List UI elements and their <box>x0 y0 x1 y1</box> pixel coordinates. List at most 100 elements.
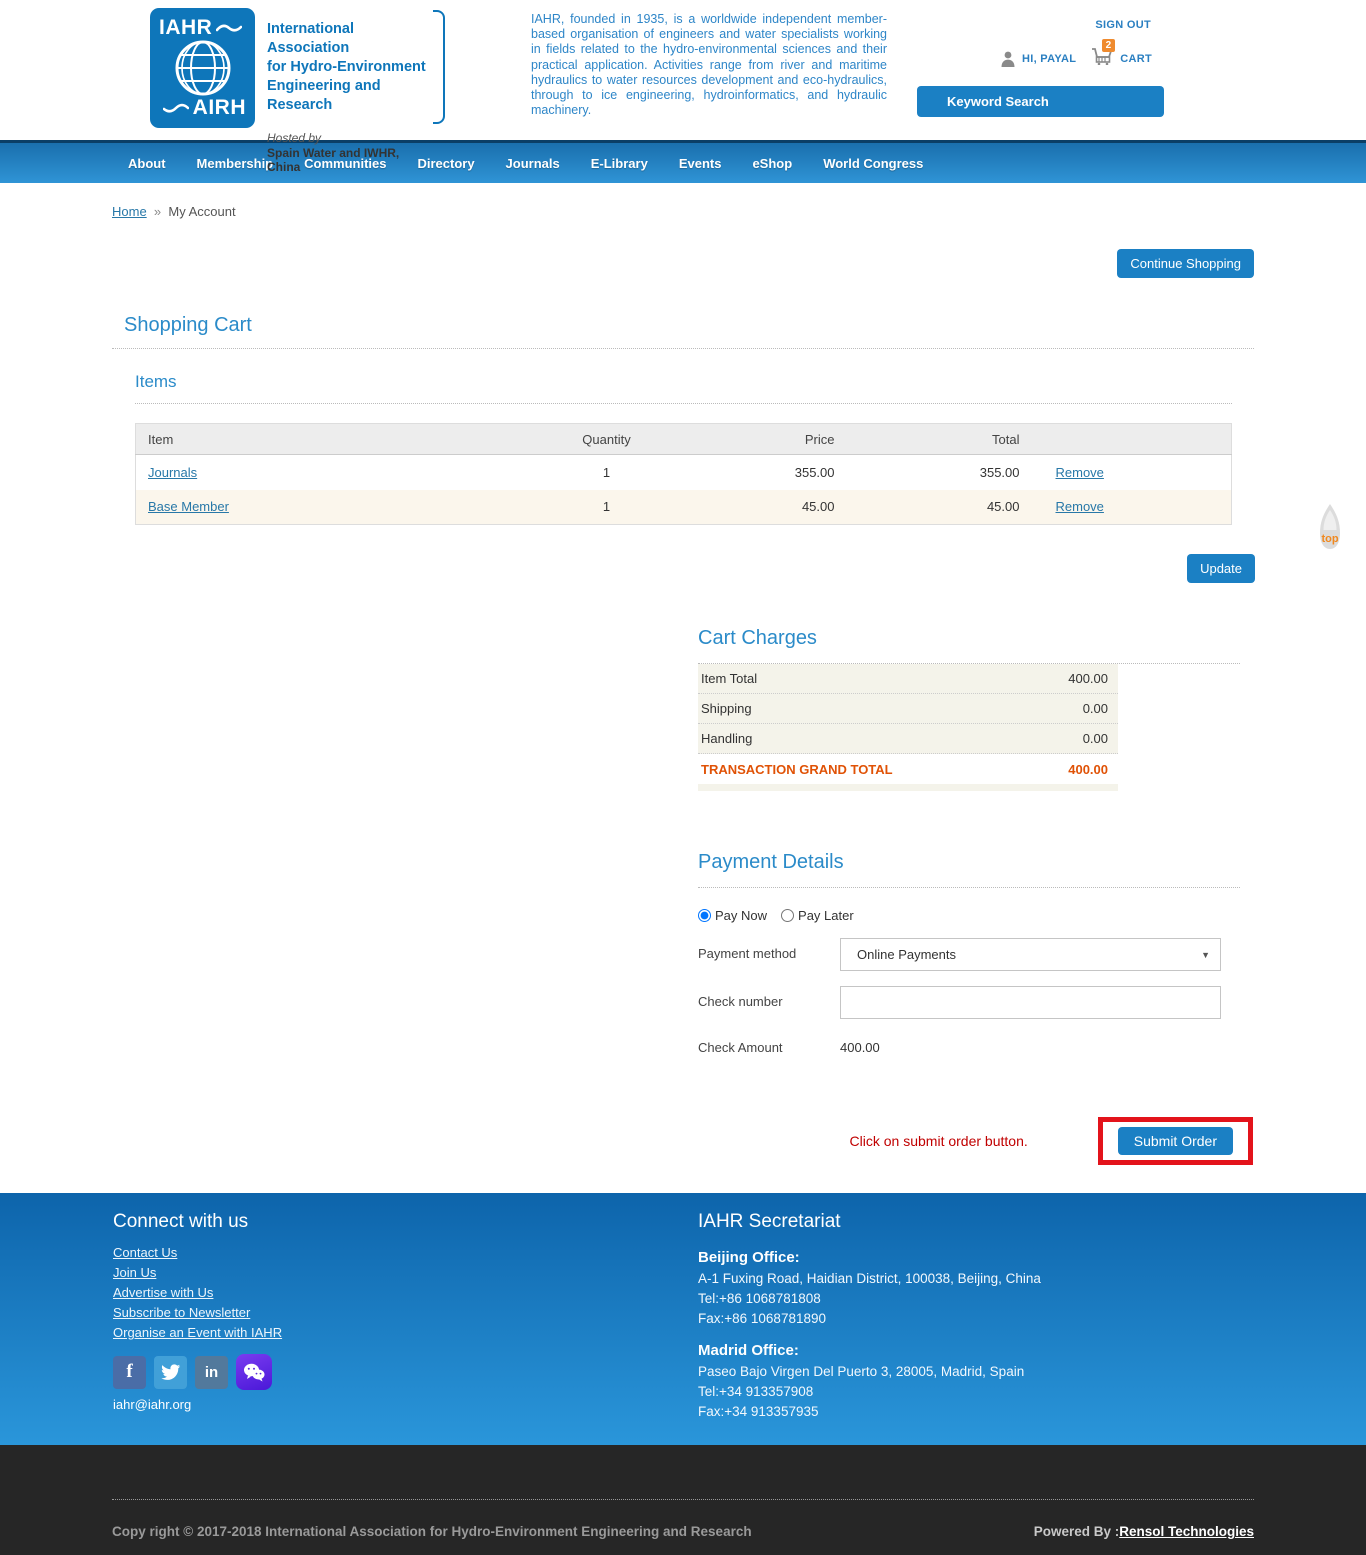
office-address: A-1 Fuxing Road, Haidian District, 10003… <box>698 1271 1254 1286</box>
globe-icon <box>173 38 233 98</box>
cart-item-total: 45.00 <box>847 490 1032 525</box>
col-header-price: Price <box>672 424 847 455</box>
col-header-item: Item <box>136 424 542 455</box>
cart-item-total: 355.00 <box>847 455 1032 490</box>
submit-instruction-text: Click on submit order button. <box>850 1133 1028 1149</box>
powered-by: Powered By :Rensol Technologies <box>1034 1524 1254 1539</box>
cart-item-price: 45.00 <box>672 490 847 525</box>
page-header: IAHR AIRH Internati <box>0 0 1366 140</box>
breadcrumb: Home » My Account <box>112 183 1254 219</box>
rensol-link[interactable]: Rensol Technologies <box>1119 1524 1254 1539</box>
table-header-row: Item Quantity Price Total <box>136 424 1232 455</box>
cart-link[interactable]: CART <box>1120 53 1152 65</box>
charge-value: 0.00 <box>1083 731 1108 746</box>
cart-items-table: Item Quantity Price Total Journals 1 355… <box>135 423 1232 525</box>
pay-now-option[interactable]: Pay Now <box>698 908 767 923</box>
wave-icon <box>163 102 189 114</box>
table-row: Journals 1 355.00 355.00 Remove <box>136 455 1232 490</box>
divider <box>135 403 1232 404</box>
scroll-to-top-button[interactable]: top <box>1316 503 1344 551</box>
logo-text-iahr: IAHR <box>159 16 212 40</box>
footer-link-join-us[interactable]: Join Us <box>113 1265 156 1280</box>
twitter-icon[interactable] <box>154 1356 187 1389</box>
charge-label: Item Total <box>701 671 757 686</box>
pay-later-option[interactable]: Pay Later <box>781 908 854 923</box>
sign-out-link[interactable]: SIGN OUT <box>1095 19 1151 31</box>
grand-total-label: TRANSACTION GRAND TOTAL <box>701 762 893 777</box>
payment-timing-radios: Pay Now Pay Later <box>698 908 1240 923</box>
col-header-total: Total <box>847 424 1032 455</box>
powered-by-label: Powered By : <box>1034 1524 1120 1539</box>
chevron-down-icon: ▼ <box>1201 950 1210 960</box>
cart-item-link[interactable]: Journals <box>148 465 197 480</box>
cart-item-link[interactable]: Base Member <box>148 499 229 514</box>
office-name: Beijing Office: <box>698 1249 1254 1266</box>
continue-shopping-button[interactable]: Continue Shopping <box>1117 249 1254 278</box>
logo-bracket-divider <box>433 10 445 124</box>
breadcrumb-current: My Account <box>168 204 235 219</box>
charge-value: 0.00 <box>1083 701 1108 716</box>
items-section-title: Items <box>135 372 1254 392</box>
cart-item-quantity: 1 <box>542 455 672 490</box>
cart-charges-table: Item Total 400.00 Shipping 0.00 Handling… <box>698 664 1118 791</box>
grand-total-value: 400.00 <box>1068 762 1108 777</box>
wechat-bubbles-icon <box>243 1363 265 1382</box>
pay-later-label: Pay Later <box>798 908 854 923</box>
breadcrumb-separator: » <box>154 204 161 219</box>
payment-method-value: Online Payments <box>857 947 956 962</box>
submit-order-button[interactable]: Submit Order <box>1118 1127 1233 1155</box>
org-title-line2: for Hydro-Environment <box>267 58 427 77</box>
remove-item-link[interactable]: Remove <box>1056 499 1104 514</box>
copyright-bar: Copy right © 2017-2018 International Ass… <box>0 1445 1366 1555</box>
office-fax: Fax:+34 913357935 <box>698 1404 1254 1419</box>
red-highlight-annotation: Submit Order <box>1098 1117 1253 1165</box>
madrid-office-block: Madrid Office: Paseo Bajo Virgen Del Pue… <box>698 1342 1254 1419</box>
check-number-input[interactable] <box>840 986 1221 1019</box>
col-header-quantity: Quantity <box>542 424 672 455</box>
divider <box>698 887 1240 888</box>
scroll-top-label: top <box>1316 533 1344 545</box>
update-cart-button[interactable]: Update <box>1187 554 1255 583</box>
cart-item-quantity: 1 <box>542 490 672 525</box>
pay-later-radio[interactable] <box>781 909 794 922</box>
remove-item-link[interactable]: Remove <box>1056 465 1104 480</box>
pay-now-radio[interactable] <box>698 909 711 922</box>
check-amount-label: Check Amount <box>698 1032 840 1055</box>
cart-charges-title: Cart Charges <box>698 627 1240 650</box>
org-title-line1: International Association <box>267 20 427 58</box>
beijing-office-block: Beijing Office: A-1 Fuxing Road, Haidian… <box>698 1249 1254 1326</box>
cart-icon-wrap[interactable]: 2 <box>1091 47 1113 70</box>
hosted-by-label: Hosted by <box>267 131 427 145</box>
facebook-icon[interactable]: f <box>113 1356 146 1389</box>
charge-row: Handling 0.00 <box>698 724 1118 754</box>
charge-row: Shipping 0.00 <box>698 694 1118 724</box>
footer-link-contact-us[interactable]: Contact Us <box>113 1245 177 1260</box>
payment-method-select[interactable]: Online Payments ▼ <box>840 938 1221 971</box>
connect-title: Connect with us <box>113 1211 698 1233</box>
office-address: Paseo Bajo Virgen Del Puerto 3, 28005, M… <box>698 1364 1254 1379</box>
charge-row: Item Total 400.00 <box>698 664 1118 694</box>
office-tel: Tel:+34 913357908 <box>698 1384 1254 1399</box>
logo-text-airh: AIRH <box>193 96 246 120</box>
org-title-line3: Engineering and Research <box>267 77 427 115</box>
col-header-remove <box>1032 424 1232 455</box>
iahr-logo[interactable]: IAHR AIRH <box>150 8 255 128</box>
footer-link-newsletter[interactable]: Subscribe to Newsletter <box>113 1305 250 1320</box>
cart-count-badge: 2 <box>1102 39 1116 52</box>
check-number-label: Check number <box>698 986 840 1019</box>
charge-label: Handling <box>701 731 752 746</box>
office-name: Madrid Office: <box>698 1342 1254 1359</box>
twitter-bird-icon <box>161 1364 181 1381</box>
breadcrumb-home-link[interactable]: Home <box>112 204 147 219</box>
office-fax: Fax:+86 1068781890 <box>698 1311 1254 1326</box>
wechat-icon[interactable] <box>236 1354 272 1390</box>
footer-email[interactable]: iahr@iahr.org <box>113 1397 698 1412</box>
page-footer: Connect with us Contact Us Join Us Adver… <box>0 1193 1366 1445</box>
linkedin-icon[interactable]: in <box>195 1356 228 1389</box>
footer-link-advertise[interactable]: Advertise with Us <box>113 1285 213 1300</box>
main-content: Home » My Account Continue Shopping Shop… <box>112 183 1254 1193</box>
payment-method-label: Payment method <box>698 938 840 971</box>
check-amount-value: 400.00 <box>840 1032 880 1055</box>
keyword-search-button[interactable]: Keyword Search <box>917 86 1164 117</box>
footer-link-organise-event[interactable]: Organise an Event with IAHR <box>113 1325 282 1340</box>
